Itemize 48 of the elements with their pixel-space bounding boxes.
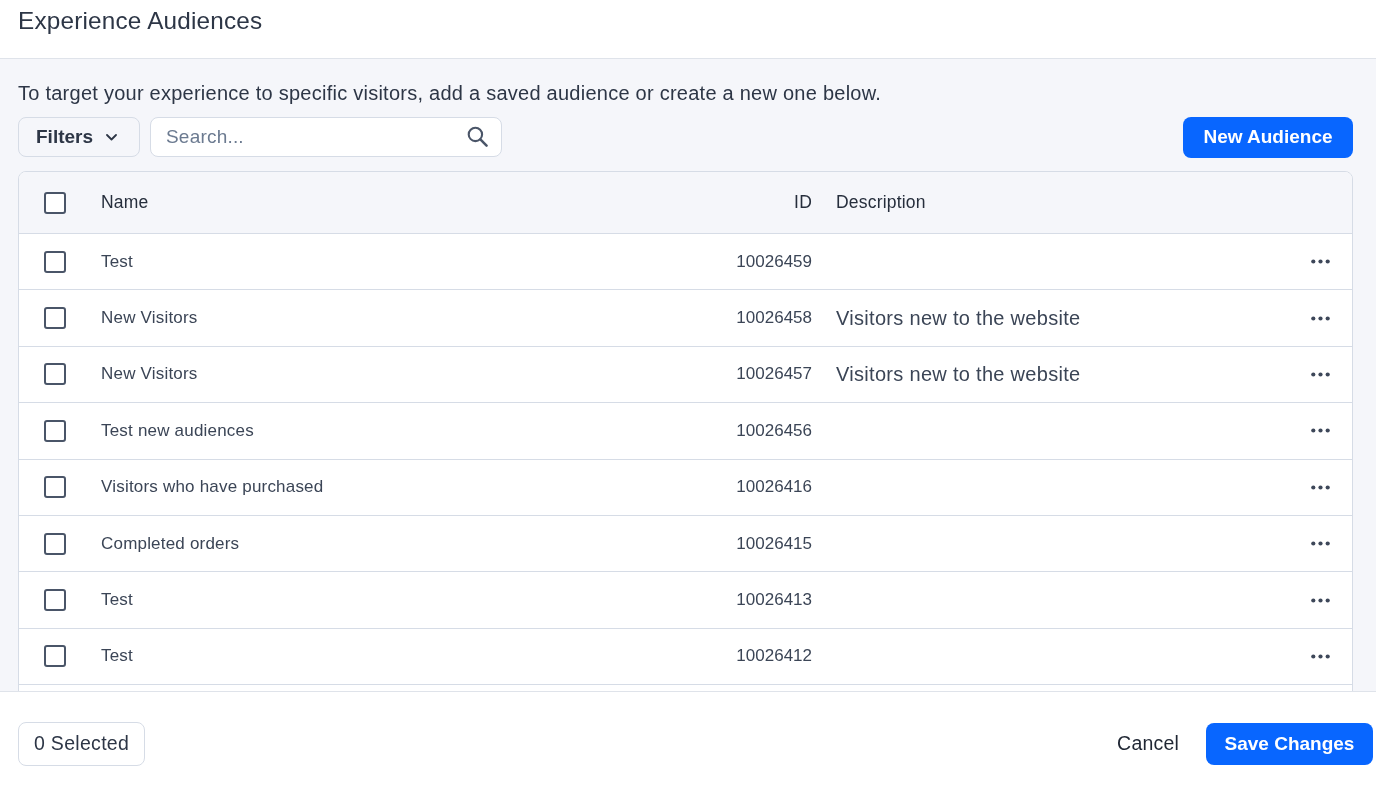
audience-id: 10026416 (736, 477, 812, 497)
intro-text: To target your experience to specific visitors, add a saved audience or create a new one below. (18, 81, 883, 105)
search-field[interactable]: Search... (150, 117, 502, 157)
more-icon[interactable] (1311, 315, 1330, 321)
audience-name: Test new audiences (101, 420, 254, 440)
checkbox[interactable] (44, 250, 66, 273)
column-header: Description (836, 192, 926, 212)
checkbox[interactable] (44, 419, 66, 442)
audience-id: 10026456 (736, 420, 812, 440)
audience-name: Test (101, 590, 133, 610)
audience-name: Completed orders (101, 533, 240, 553)
audience-id: 10026413 (736, 590, 812, 610)
dialog-title: Experience Audiences (17, 6, 264, 36)
column-header: ID (794, 192, 812, 212)
checkbox[interactable] (44, 532, 66, 555)
more-icon[interactable] (1311, 484, 1330, 490)
more-icon[interactable] (1311, 371, 1330, 377)
audience-description: Visitors new to the website (836, 306, 1081, 329)
audience-name: Test (101, 251, 133, 271)
search-icon[interactable] (467, 126, 488, 147)
more-icon[interactable] (1311, 597, 1330, 603)
filters-button[interactable]: Filters (18, 117, 140, 157)
cancel-button[interactable]: Cancel (1107, 722, 1189, 765)
audience-name: Test (101, 646, 133, 666)
audience-id: 10026458 (736, 308, 812, 328)
more-icon[interactable] (1311, 653, 1330, 659)
checkbox[interactable] (44, 589, 66, 612)
more-icon[interactable] (1311, 541, 1330, 547)
column-header: Name (101, 192, 149, 212)
checkbox[interactable] (44, 476, 66, 499)
checkbox[interactable] (44, 191, 66, 214)
checkbox[interactable] (44, 645, 66, 668)
audience-id: 10026412 (736, 646, 812, 666)
checkbox[interactable] (44, 363, 66, 386)
chevron-down-icon (106, 133, 118, 141)
audience-id: 10026459 (736, 251, 812, 271)
audience-name: Visitors who have purchased (101, 477, 324, 497)
audience-id: 10026457 (736, 364, 812, 384)
selected-count: 0 Selected (18, 721, 146, 766)
audience-name: New Visitors (101, 364, 198, 384)
audience-name: New Visitors (101, 308, 198, 328)
audience-description: Visitors new to the website (836, 362, 1081, 385)
new-audience-button[interactable]: New Audience (1183, 116, 1353, 158)
more-icon[interactable] (1311, 259, 1330, 265)
more-icon[interactable] (1311, 428, 1330, 434)
checkbox[interactable] (44, 307, 66, 330)
audience-id: 10026415 (736, 533, 812, 553)
save-changes-button[interactable]: Save Changes (1206, 722, 1373, 765)
